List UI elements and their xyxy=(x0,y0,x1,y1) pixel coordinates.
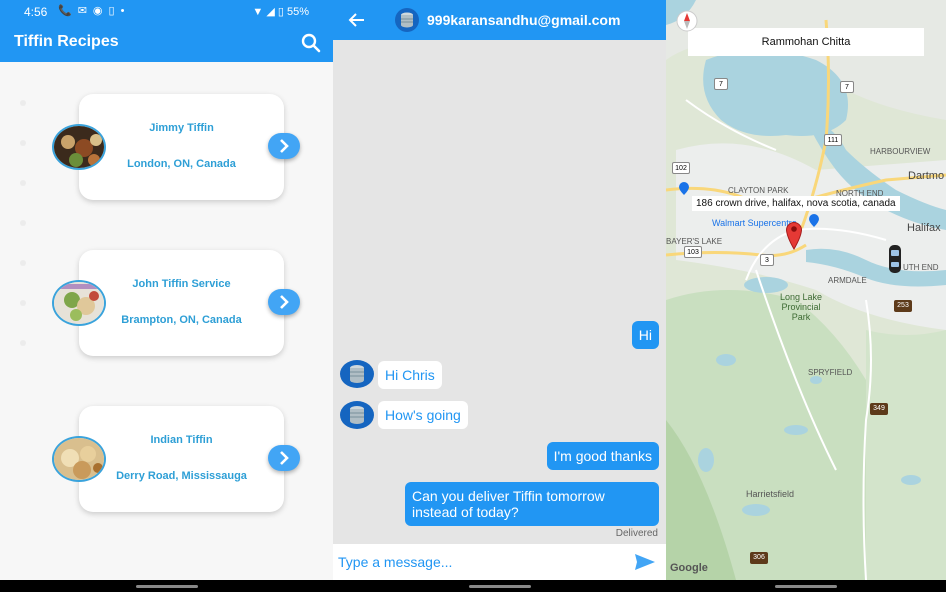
database-icon xyxy=(350,365,364,383)
back-arrow-icon[interactable] xyxy=(347,10,367,30)
tiffin-location: Derry Road, Mississauga xyxy=(116,470,247,482)
message-bubble-outgoing: I'm good thanks xyxy=(546,442,659,470)
message-bubble-incoming: How's going xyxy=(378,401,468,429)
map-label: Halifax xyxy=(907,222,941,234)
tiffin-name: Indian Tiffin xyxy=(150,434,213,446)
car-icon[interactable] xyxy=(887,244,903,274)
tiffin-card[interactable]: John Tiffin Service Brampton, ON, Canada xyxy=(79,250,284,356)
status-time: 4:56 xyxy=(24,5,48,19)
message-bubble-outgoing: Can you deliver Tiffin tomorrow instead … xyxy=(405,482,659,526)
map-canvas[interactable] xyxy=(666,0,946,580)
home-gesture-pill[interactable] xyxy=(775,585,837,588)
map-label: Long Lake Provincial Park xyxy=(779,292,823,322)
page-title: Tiffin Recipes xyxy=(14,33,119,50)
tiffin-name: John Tiffin Service xyxy=(132,278,231,290)
tiffin-location: Brampton, ON, Canada xyxy=(121,314,242,326)
tiffin-card[interactable]: Indian Tiffin Derry Road, Mississauga xyxy=(79,406,284,512)
wifi-icon: ▼ ◢ ▯ xyxy=(252,6,284,18)
food-image xyxy=(52,436,106,482)
chevron-right-icon xyxy=(280,295,289,309)
map-label: HARBOURVIEW xyxy=(870,147,931,156)
chat-screen: 999karansandhu@gmail.com Hi Hi Chris How… xyxy=(333,0,666,592)
road-shield: 253 xyxy=(894,300,912,312)
road-shield: 306 xyxy=(750,552,768,564)
database-icon xyxy=(350,406,364,424)
map-label: Harrietsfield xyxy=(746,489,795,499)
database-icon xyxy=(401,12,413,28)
road-shield: 103 xyxy=(684,246,702,258)
system-nav-bar xyxy=(666,580,946,592)
chat-header: 999karansandhu@gmail.com xyxy=(333,0,666,40)
chevron-right-icon xyxy=(280,139,289,153)
compass-icon[interactable] xyxy=(676,10,698,32)
sender-avatar xyxy=(340,401,374,429)
background-dots xyxy=(20,100,28,380)
map-label: ARMDALE xyxy=(828,276,867,285)
send-icon[interactable] xyxy=(634,553,656,571)
map-label: BAYER'S LAKE xyxy=(666,237,723,246)
tiffin-list-screen: 4:56 📞✉◉▯• ▼ ◢ ▯ 55% Tiffin Recipes Jimm… xyxy=(0,0,333,592)
tiffin-name: Jimmy Tiffin xyxy=(149,122,214,134)
status-bar: 4:56 📞✉◉▯• ▼ ◢ ▯ 55% xyxy=(0,0,333,24)
road-shield: 7 xyxy=(714,78,728,90)
tiffin-card[interactable]: Jimmy Tiffin London, ON, Canada xyxy=(79,94,284,200)
map-label: Dartmo xyxy=(908,170,945,182)
open-tiffin-button[interactable] xyxy=(268,445,300,471)
shopping-pin-icon xyxy=(679,182,689,195)
map-screen[interactable]: Rammohan Chitta 7 7 111 102 103 3 253 34… xyxy=(666,0,946,592)
road-shield: 102 xyxy=(672,162,690,174)
battery-level: 55% xyxy=(286,6,309,18)
home-gesture-pill[interactable] xyxy=(468,585,531,588)
food-image xyxy=(52,280,106,326)
message-composer: Type a message... xyxy=(333,544,666,580)
location-pin-icon[interactable] xyxy=(785,220,803,250)
message-bubble-incoming: Hi Chris xyxy=(378,361,442,389)
food-image xyxy=(52,124,106,170)
road-shield: 111 xyxy=(824,134,842,146)
home-gesture-pill[interactable] xyxy=(135,585,198,588)
road-shield: 349 xyxy=(870,403,888,415)
contact-email: 999karansandhu@gmail.com xyxy=(427,12,621,28)
notification-icons: 📞✉◉▯• xyxy=(58,5,131,17)
sender-avatar xyxy=(340,360,374,388)
tiffin-location: London, ON, Canada xyxy=(127,158,236,170)
google-attribution: Google xyxy=(670,562,708,574)
open-tiffin-button[interactable] xyxy=(268,133,300,159)
system-nav-bar xyxy=(0,580,333,592)
map-label: Walmart Supercentre xyxy=(712,218,797,228)
system-nav-bar xyxy=(333,580,666,592)
search-icon[interactable] xyxy=(299,31,323,55)
message-input[interactable]: Type a message... xyxy=(338,554,452,570)
message-bubble-outgoing: Hi xyxy=(631,321,659,349)
road-shield: 7 xyxy=(840,81,854,93)
chevron-right-icon xyxy=(280,451,289,465)
map-label: SPRYFIELD xyxy=(808,368,853,377)
contact-avatar xyxy=(395,8,419,32)
app-bar: Tiffin Recipes xyxy=(0,24,333,62)
delivery-status: Delivered xyxy=(615,528,658,539)
status-icons: ▼ ◢ ▯ 55% xyxy=(252,5,309,18)
address-label: 186 crown drive, halifax, nova scotia, c… xyxy=(692,196,900,211)
shopping-pin-icon xyxy=(809,214,819,227)
map-search-field[interactable]: Rammohan Chitta xyxy=(688,28,924,56)
map-label: CLAYTON PARK xyxy=(728,186,789,195)
road-shield: 3 xyxy=(760,254,774,266)
map-label: UTH END xyxy=(903,263,939,272)
open-tiffin-button[interactable] xyxy=(268,289,300,315)
